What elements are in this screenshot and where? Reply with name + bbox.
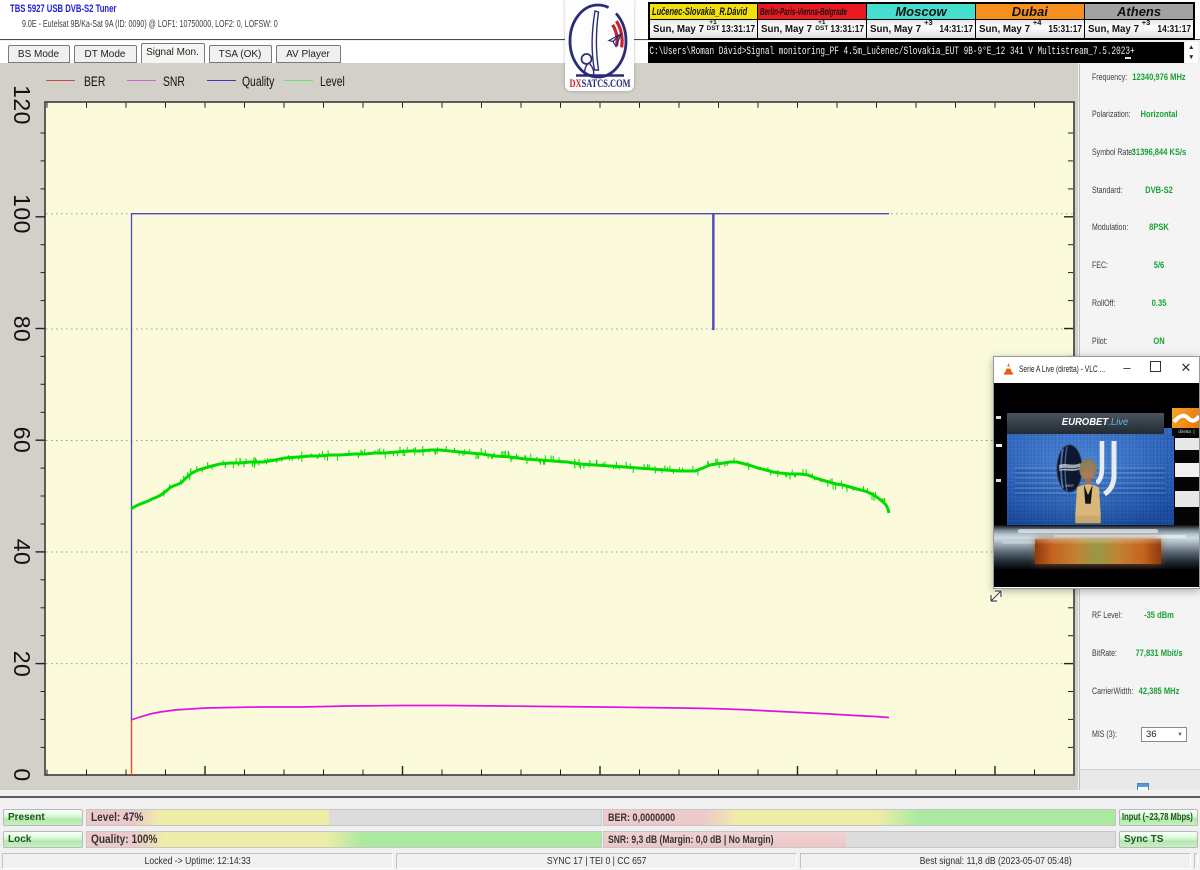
svg-text:DXSATCS.COM: DXSATCS.COM [570, 76, 631, 90]
